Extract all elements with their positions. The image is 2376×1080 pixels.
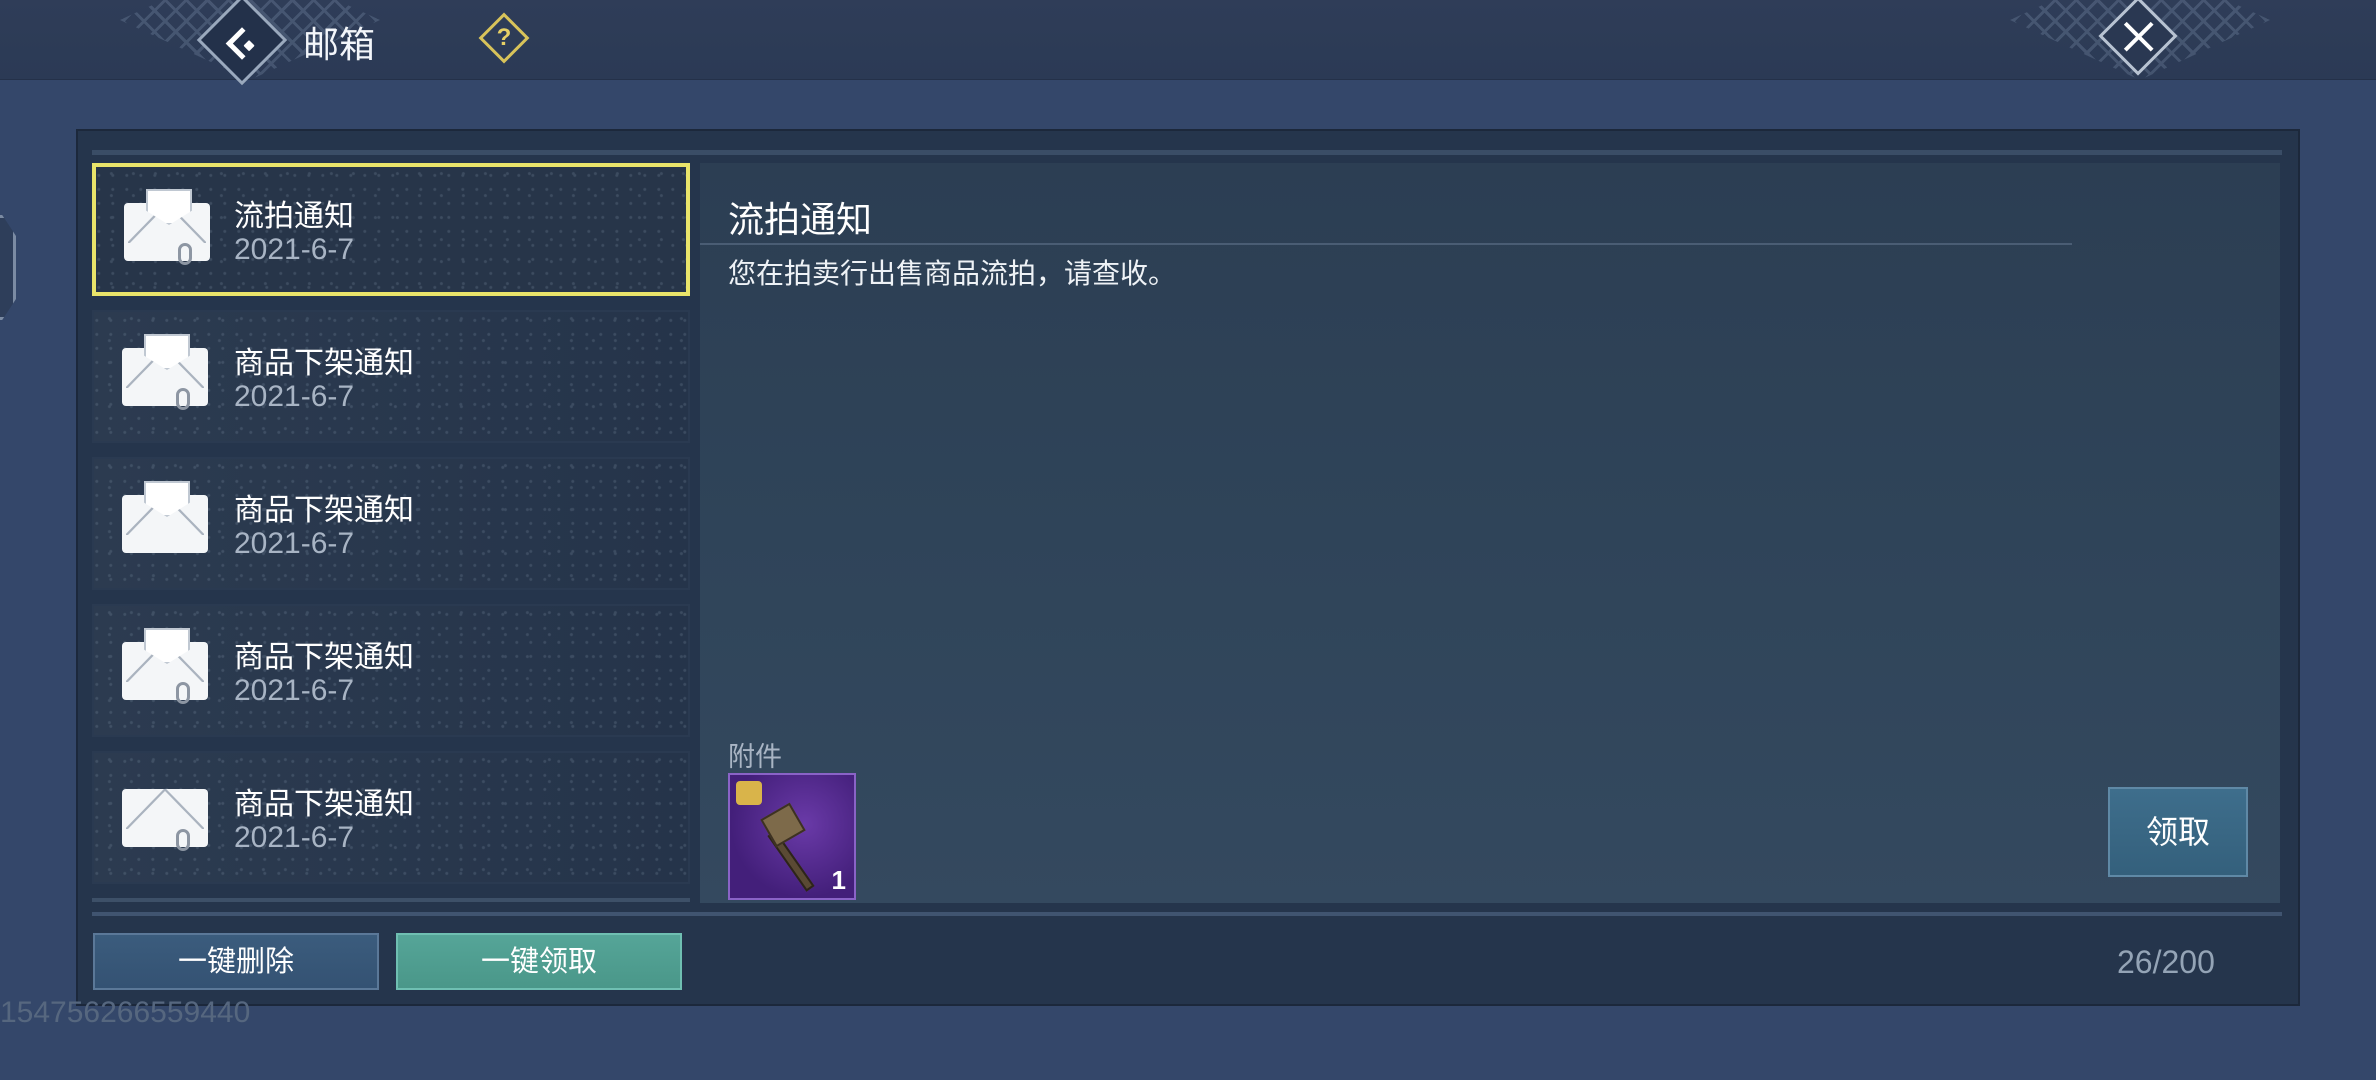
mail-list-item[interactable]: 商品下架通知 2021-6-7: [92, 457, 690, 590]
divider: [700, 243, 2072, 245]
mail-date: 2021-6-7: [234, 674, 355, 707]
user-id-watermark: 154756266559440: [0, 996, 251, 1029]
item-tag-icon: [736, 781, 762, 805]
mail-title: 商品下架通知: [234, 788, 414, 821]
mail-list-item[interactable]: 流拍通知 2021-6-7: [92, 163, 690, 296]
mail-date: 2021-6-7: [234, 380, 355, 413]
opened-envelope-icon: [124, 203, 210, 261]
attachment-label: 附件: [728, 742, 782, 772]
claim-button[interactable]: 领取: [2108, 787, 2248, 877]
attachment-item-slot[interactable]: 1: [728, 773, 856, 900]
paperclip-icon: [176, 388, 190, 410]
divider: [92, 150, 2282, 155]
page-title: 邮箱: [303, 24, 376, 65]
opened-envelope-icon: [122, 642, 208, 700]
opened-envelope-icon: [122, 495, 208, 553]
attachment-count: 1: [831, 865, 846, 895]
mail-title: 商品下架通知: [234, 641, 414, 674]
closed-envelope-icon: [122, 789, 208, 847]
mail-date: 2021-6-7: [234, 821, 355, 854]
paperclip-icon: [176, 829, 190, 851]
delete-all-button[interactable]: 一键删除: [93, 933, 379, 990]
mail-title: 商品下架通知: [234, 494, 414, 527]
hammer-head: [760, 802, 806, 848]
mail-list-item[interactable]: 商品下架通知 2021-6-7: [92, 751, 690, 884]
mail-detail-body: 您在拍卖行出售商品流拍，请查收。: [728, 258, 1177, 289]
mail-date: 2021-6-7: [234, 527, 355, 560]
paperclip-icon: [176, 682, 190, 704]
mail-list-item[interactable]: 商品下架通知 2021-6-7: [92, 310, 690, 443]
claim-all-button[interactable]: 一键领取: [396, 933, 682, 990]
opened-envelope-icon: [122, 348, 208, 406]
mail-title: 商品下架通知: [234, 347, 414, 380]
mail-list-item[interactable]: 商品下架通知 2021-6-7: [92, 604, 690, 737]
mail-count: 26/200: [2117, 944, 2215, 980]
divider: [92, 912, 2282, 916]
side-tab-handle[interactable]: [0, 215, 16, 320]
top-bar: 邮箱 ?: [0, 0, 2376, 86]
paperclip-icon: [178, 243, 192, 265]
mail-title: 流拍通知: [234, 200, 354, 233]
mail-date: 2021-6-7: [234, 233, 355, 266]
list-scroll-edge: [92, 898, 690, 902]
mail-detail-title: 流拍通知: [728, 199, 873, 240]
question-icon[interactable]: ?: [478, 12, 530, 64]
